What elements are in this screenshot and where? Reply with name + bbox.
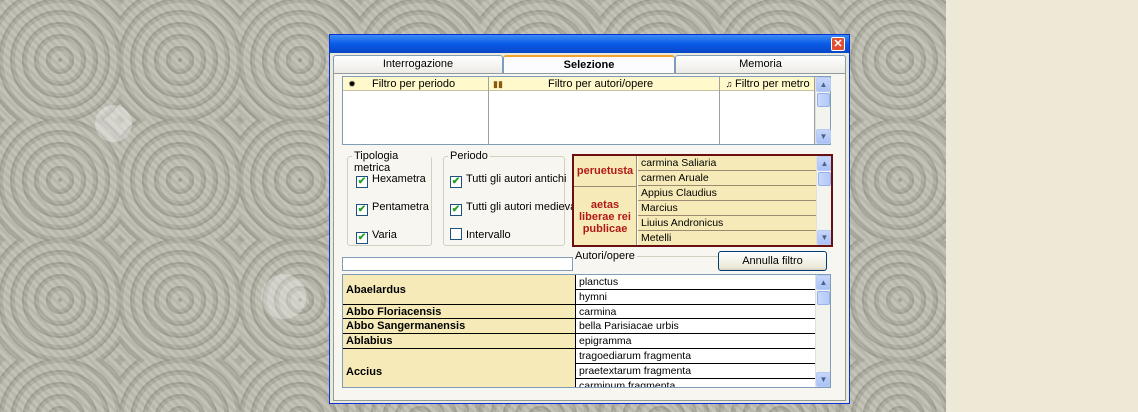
checkbox-icon[interactable] <box>450 228 462 240</box>
period-scrollbar[interactable]: ▲ ▼ <box>816 156 831 245</box>
filter-meter-label: Filtro per metro <box>735 78 810 90</box>
scroll-up-button[interactable]: ▲ <box>817 156 831 171</box>
title-bar[interactable]: ✕ <box>330 35 849 53</box>
author-cell[interactable]: Ablabius <box>343 334 576 349</box>
period-item[interactable]: Metelli <box>638 231 818 245</box>
period-group-label[interactable]: aetas liberae rei publicae <box>574 187 637 245</box>
sun-icon: ✹ <box>348 79 356 89</box>
filter-period-column[interactable]: ✹ Filtro per periodo <box>343 77 489 144</box>
period-table: peruetusta aetas liberae rei publicae ca… <box>572 154 833 247</box>
dialog-window: ✕ Interrogazione Memoria Selezione ✹ Filt… <box>329 34 850 404</box>
checkbox-pentametra[interactable]: ✔ Pentametra <box>356 200 429 216</box>
checkbox-icon[interactable]: ✔ <box>356 204 368 216</box>
checkbox-icon[interactable]: ✔ <box>356 176 368 188</box>
tipologia-metrica-group: Tipologia metrica ✔ Hexametra ✔ Pentametra… <box>347 150 432 246</box>
scroll-up-button[interactable]: ▲ <box>816 77 831 92</box>
checkbox-autori-medievali[interactable]: ✔ Tutti gli autori medievali <box>450 200 582 216</box>
autori-opere-group: Autori/opere <box>573 250 718 274</box>
filter-meter-column[interactable]: ♫ Filtro per metro <box>720 77 815 144</box>
checkbox-label: Hexametra <box>372 173 426 185</box>
period-group-label[interactable]: peruetusta <box>574 156 637 187</box>
periodo-group: Periodo ✔ Tutti gli autori antichi ✔ Tutti… <box>443 150 581 246</box>
checkbox-icon[interactable]: ✔ <box>450 176 462 188</box>
filter-period-label: Filtro per periodo <box>372 78 456 90</box>
scroll-thumb[interactable] <box>817 291 830 305</box>
filter-authors-column[interactable]: ▮▮ Filtro per autori/opere <box>489 77 720 144</box>
checkbox-label: Tutti gli autori antichi <box>466 173 567 185</box>
period-item[interactable]: carmen Aruale <box>638 171 818 186</box>
authors-scrollbar[interactable]: ▲ ▼ <box>815 275 830 387</box>
side-panel <box>946 0 1138 412</box>
period-item[interactable]: Liuius Andronicus <box>638 216 818 231</box>
annulla-filtro-button[interactable]: Annulla filtro <box>718 251 827 271</box>
period-item[interactable]: Appius Claudius <box>638 186 818 201</box>
checkbox-icon[interactable]: ✔ <box>356 232 368 244</box>
checkbox-label: Pentametra <box>372 201 429 213</box>
scroll-down-button[interactable]: ▼ <box>816 129 831 144</box>
books-icon: ▮▮ <box>493 79 503 89</box>
work-cell[interactable]: praetextarum fragmenta <box>576 364 817 379</box>
work-cell[interactable]: hymni <box>576 290 817 305</box>
scroll-down-button[interactable]: ▼ <box>817 230 831 245</box>
work-cell[interactable]: tragoediarum fragmenta <box>576 349 817 364</box>
filter-authors-label: Filtro per autori/opere <box>548 78 654 90</box>
filter-list: ✹ Filtro per periodo ▮▮ Filtro per autori/… <box>342 76 831 145</box>
period-item[interactable]: Marcius <box>638 201 818 216</box>
tab-interrogazione[interactable]: Interrogazione <box>333 55 503 73</box>
period-item[interactable]: carmina Saliaria <box>638 156 818 171</box>
tab-strip: Interrogazione Memoria Selezione <box>333 55 846 74</box>
work-cell[interactable]: planctus <box>576 275 817 290</box>
checkbox-hexametra[interactable]: ✔ Hexametra <box>356 172 426 188</box>
autori-opere-title: Autori/opere <box>573 250 637 262</box>
checkbox-varia[interactable]: ✔ Varia <box>356 228 397 244</box>
author-cell[interactable]: Abaelardus <box>343 275 576 305</box>
author-search-input[interactable] <box>342 257 573 271</box>
checkbox-label: Varia <box>372 229 397 241</box>
checkbox-icon[interactable]: ✔ <box>450 204 462 216</box>
scroll-thumb[interactable] <box>818 172 831 186</box>
work-cell[interactable]: bella Parisiacae urbis <box>576 319 817 334</box>
checkbox-autori-antichi[interactable]: ✔ Tutti gli autori antichi <box>450 172 567 188</box>
filter-scrollbar[interactable]: ▲ ▼ <box>815 77 831 144</box>
author-cell[interactable]: Abbo Sangermanensis <box>343 319 576 334</box>
music-note-icon: ♫ <box>725 79 733 89</box>
author-cell[interactable]: Accius <box>343 349 576 387</box>
periodo-title: Periodo <box>448 150 490 162</box>
checkbox-intervallo[interactable]: Intervallo <box>450 228 511 242</box>
close-button[interactable]: ✕ <box>831 37 845 51</box>
author-cell[interactable]: Abbo Floriacensis <box>343 305 576 319</box>
tab-memoria[interactable]: Memoria <box>675 55 846 73</box>
scroll-thumb[interactable] <box>817 93 830 107</box>
work-cell[interactable]: epigramma <box>576 334 817 349</box>
tipologia-metrica-title: Tipologia metrica <box>352 150 431 174</box>
tab-selezione[interactable]: Selezione <box>503 55 675 74</box>
authors-table: Abaelardus Abbo Floriacensis Abbo Sanger… <box>342 274 831 388</box>
scroll-down-button[interactable]: ▼ <box>816 372 830 387</box>
work-cell[interactable]: carminum fragmenta <box>576 379 817 387</box>
work-cell[interactable]: carmina <box>576 305 817 319</box>
scroll-up-button[interactable]: ▲ <box>816 275 830 290</box>
checkbox-label: Tutti gli autori medievali <box>466 201 582 213</box>
checkbox-label: Intervallo <box>466 229 511 241</box>
